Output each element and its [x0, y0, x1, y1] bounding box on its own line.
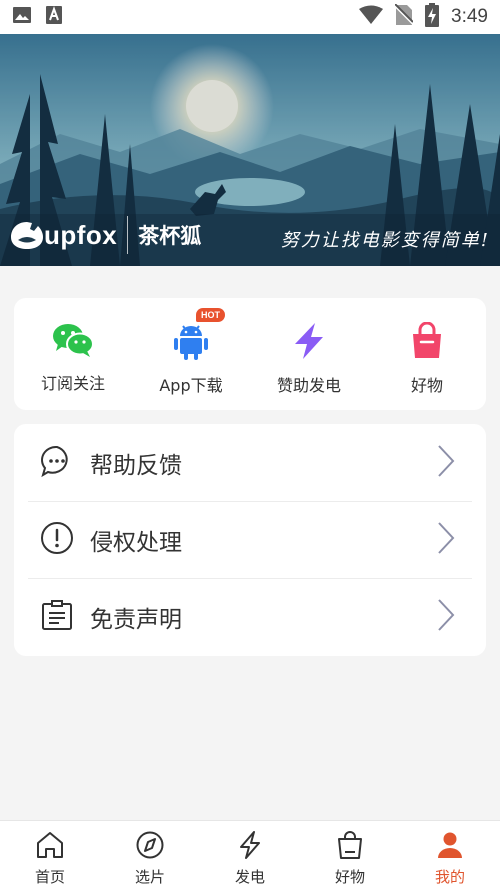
tab-profile[interactable]: 我的	[400, 821, 500, 890]
menu-item-help-feedback[interactable]: 帮助反馈	[14, 424, 486, 501]
lightning-icon	[291, 322, 327, 364]
menu-item-infringement[interactable]: 侵权处理	[14, 501, 486, 578]
menu-item-disclaimer[interactable]: 免责声明	[14, 578, 486, 655]
tab-goods[interactable]: 好物	[300, 821, 400, 890]
text-a-icon	[46, 6, 62, 28]
lightning-icon	[235, 831, 265, 863]
tab-label: 首页	[34, 868, 65, 886]
menu-item-label: 帮助反馈	[90, 452, 182, 479]
battery-charging-icon	[425, 3, 440, 31]
alert-circle-icon	[40, 521, 74, 559]
chevron-right-icon	[436, 444, 456, 482]
menu-item-label: 侵权处理	[90, 529, 182, 556]
bottom-tab-bar: 首页 选片 发电 好物 我的	[0, 820, 500, 890]
chat-bubble-icon	[40, 444, 74, 482]
tab-label: 好物	[334, 868, 365, 886]
brand-name: 茶杯狐	[138, 224, 202, 248]
tab-browse[interactable]: 选片	[100, 821, 200, 890]
quick-action-sponsor[interactable]: 赞助发电	[250, 298, 368, 410]
tab-home[interactable]: 首页	[0, 821, 100, 890]
clock: 3:49	[451, 6, 488, 27]
shopping-bag-icon	[409, 321, 445, 364]
hero-banner[interactable]: upfox 茶杯狐 努力让找电影变得简单!	[0, 34, 500, 266]
shopping-bag-icon	[335, 831, 365, 863]
quick-action-label: App下载	[159, 376, 223, 395]
tab-label: 选片	[134, 868, 165, 886]
document-icon	[40, 598, 74, 636]
no-sim-icon	[394, 3, 414, 30]
quick-action-app-download[interactable]: HOT App下载	[132, 298, 250, 410]
hot-badge: HOT	[196, 308, 225, 322]
settings-menu-card: 帮助反馈 侵权处理 免责声明	[14, 424, 486, 656]
user-icon	[435, 831, 465, 863]
menu-item-label: 免责声明	[90, 606, 182, 633]
quick-action-label: 订阅关注	[40, 374, 105, 393]
brand-divider	[127, 216, 129, 254]
brand-logo-text: upfox	[44, 219, 118, 250]
android-icon	[173, 322, 209, 364]
quick-action-label: 好物	[410, 376, 443, 395]
slogan: 努力让找电影变得简单!	[280, 230, 490, 251]
quick-action-subscribe[interactable]: 订阅关注	[14, 298, 132, 410]
tab-label: 我的	[434, 868, 465, 886]
chevron-right-icon	[436, 598, 456, 636]
quick-actions-card: 订阅关注 HOT App下载 赞助发电 好物	[14, 298, 486, 410]
brand-block: upfox 茶杯狐	[10, 216, 201, 254]
wifi-icon	[359, 5, 384, 29]
tab-power[interactable]: 发电	[200, 821, 300, 890]
compass-icon	[135, 831, 165, 863]
image-icon	[12, 6, 32, 28]
quick-action-goods[interactable]: 好物	[368, 298, 486, 410]
status-bar: 3:49	[0, 0, 500, 34]
quick-action-label: 赞助发电	[276, 376, 341, 395]
home-icon	[35, 831, 65, 863]
tab-label: 发电	[234, 868, 265, 886]
wechat-icon	[52, 322, 94, 362]
chevron-right-icon	[436, 521, 456, 559]
fox-logo-icon	[10, 220, 44, 250]
